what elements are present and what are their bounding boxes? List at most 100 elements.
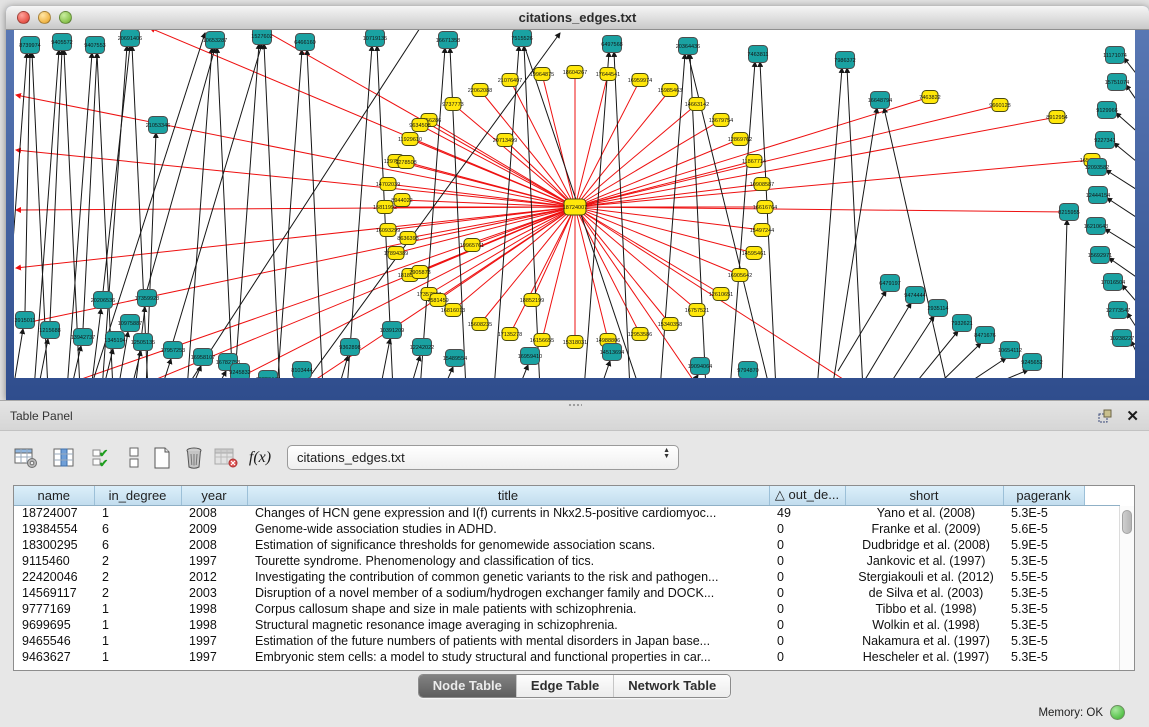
- delete-table-icon[interactable]: [180, 444, 208, 472]
- table-cell[interactable]: 18724007: [14, 505, 94, 521]
- table-cell[interactable]: 5.3E-5: [1003, 553, 1084, 569]
- table-cell[interactable]: Disruption of a novel member of a sodium…: [247, 585, 769, 601]
- table-cell[interactable]: Genome-wide association studies in ADHD.: [247, 521, 769, 537]
- table-cell[interactable]: 1: [94, 617, 181, 633]
- table-cell[interactable]: Tourette syndrome. Phenomenology and cla…: [247, 553, 769, 569]
- table-cell[interactable]: 1997: [181, 553, 247, 569]
- table-cell[interactable]: 19384554: [14, 521, 94, 537]
- table-row[interactable]: 1872400712008Changes of HCN gene express…: [14, 505, 1120, 521]
- float-panel-icon[interactable]: [1098, 409, 1114, 423]
- column-header-title[interactable]: title: [247, 486, 769, 505]
- table-cell[interactable]: 2009: [181, 521, 247, 537]
- table-cell[interactable]: Hescheler et al. (1997): [845, 649, 1003, 665]
- column-header-pagerank[interactable]: pagerank: [1003, 486, 1084, 505]
- table-cell[interactable]: 0: [769, 617, 845, 633]
- table-row[interactable]: 1938455462009Genome-wide association stu…: [14, 521, 1120, 537]
- table-cell[interactable]: 1: [94, 505, 181, 521]
- table-cell[interactable]: 0: [769, 569, 845, 585]
- close-panel-icon[interactable]: ✕: [1126, 409, 1139, 424]
- table-cell[interactable]: 5.3E-5: [1003, 633, 1084, 649]
- table-cell[interactable]: 2008: [181, 537, 247, 553]
- table-scrollbar-thumb[interactable]: [1122, 510, 1132, 534]
- table-cell[interactable]: Wolkin et al. (1998): [845, 617, 1003, 633]
- table-cell[interactable]: 0: [769, 649, 845, 665]
- column-header-in_degree[interactable]: in_degree: [94, 486, 181, 505]
- table-cell[interactable]: 2012: [181, 569, 247, 585]
- panel-drag-grip[interactable]: [568, 403, 582, 407]
- table-cell[interactable]: 0: [769, 633, 845, 649]
- table-cell[interactable]: 1: [94, 649, 181, 665]
- tab-network-table[interactable]: Network Table: [614, 675, 730, 697]
- table-cell[interactable]: 6: [94, 537, 181, 553]
- tab-node-table[interactable]: Node Table: [419, 675, 517, 697]
- table-cell[interactable]: Yano et al. (2008): [845, 505, 1003, 521]
- table-cell[interactable]: 5.5E-5: [1003, 569, 1084, 585]
- table-row[interactable]: 2242004622012Investigating the contribut…: [14, 569, 1120, 585]
- table-cell[interactable]: 0: [769, 537, 845, 553]
- table-cell[interactable]: 0: [769, 585, 845, 601]
- table-cell[interactable]: 5.3E-5: [1003, 617, 1084, 633]
- function-builder-icon[interactable]: f(x): [246, 444, 274, 472]
- table-row[interactable]: 1456911722003Disruption of a novel membe…: [14, 585, 1120, 601]
- table-cell[interactable]: 5.6E-5: [1003, 521, 1084, 537]
- table-cell[interactable]: 49: [769, 505, 845, 521]
- network-canvas[interactable]: 1661676415497244145954611690564212610651…: [14, 30, 1135, 378]
- table-scrollbar[interactable]: [1119, 506, 1134, 670]
- column-header-year[interactable]: year: [181, 486, 247, 505]
- select-column-icon[interactable]: [50, 444, 78, 472]
- narrow-column-icon[interactable]: [120, 444, 148, 472]
- table-settings-icon[interactable]: [12, 444, 40, 472]
- table-cell[interactable]: 9465546: [14, 633, 94, 649]
- network-window-titlebar[interactable]: citations_edges.txt: [6, 6, 1149, 30]
- table-cell[interactable]: Embryonic stem cells: a model to study s…: [247, 649, 769, 665]
- table-cell[interactable]: 5.3E-5: [1003, 505, 1084, 521]
- table-cell[interactable]: Jankovic et al. (1997): [845, 553, 1003, 569]
- table-cell[interactable]: Estimation of significance thresholds fo…: [247, 537, 769, 553]
- table-cell[interactable]: 9699695: [14, 617, 94, 633]
- table-cell[interactable]: 2: [94, 585, 181, 601]
- table-cell[interactable]: 1: [94, 601, 181, 617]
- table-cell[interactable]: 9115460: [14, 553, 94, 569]
- table-cell[interactable]: 2008: [181, 505, 247, 521]
- table-row[interactable]: 911546021997Tourette syndrome. Phenomeno…: [14, 553, 1120, 569]
- table-cell[interactable]: 22420046: [14, 569, 94, 585]
- table-cell[interactable]: 14569117: [14, 585, 94, 601]
- table-cell[interactable]: 1998: [181, 601, 247, 617]
- minimize-window-button[interactable]: [38, 11, 51, 24]
- table-cell[interactable]: 9463627: [14, 649, 94, 665]
- row-check-icon[interactable]: ✔ ✔: [88, 444, 116, 472]
- table-cell[interactable]: 6: [94, 521, 181, 537]
- table-cell[interactable]: 1998: [181, 617, 247, 633]
- tab-edge-table[interactable]: Edge Table: [517, 675, 614, 697]
- column-header-name[interactable]: name: [14, 486, 94, 505]
- table-cell[interactable]: Structural magnetic resonance image aver…: [247, 617, 769, 633]
- table-cell[interactable]: 1997: [181, 649, 247, 665]
- zoom-window-button[interactable]: [59, 11, 72, 24]
- table-cell[interactable]: 0: [769, 601, 845, 617]
- table-cell[interactable]: 18300295: [14, 537, 94, 553]
- table-cell[interactable]: 2: [94, 553, 181, 569]
- table-row[interactable]: 1830029562008Estimation of significance …: [14, 537, 1120, 553]
- table-cell[interactable]: Corpus callosum shape and size in male p…: [247, 601, 769, 617]
- network-table-select[interactable]: citations_edges.txt ▲▼: [287, 445, 679, 470]
- table-row[interactable]: 946362711997Embryonic stem cells: a mode…: [14, 649, 1120, 665]
- close-window-button[interactable]: [17, 11, 30, 24]
- table-cell[interactable]: 5.3E-5: [1003, 649, 1084, 665]
- table-cell[interactable]: 2003: [181, 585, 247, 601]
- table-cell[interactable]: Stergiakouli et al. (2012): [845, 569, 1003, 585]
- table-cell[interactable]: Franke et al. (2009): [845, 521, 1003, 537]
- table-panel-titlebar[interactable]: Table Panel ✕: [0, 401, 1149, 431]
- table-cell[interactable]: Nakamura et al. (1997): [845, 633, 1003, 649]
- table-cell[interactable]: 9777169: [14, 601, 94, 617]
- table-cell[interactable]: Dudbridge et al. (2008): [845, 537, 1003, 553]
- table-cell[interactable]: 1997: [181, 633, 247, 649]
- table-cell[interactable]: 5.3E-5: [1003, 585, 1084, 601]
- table-cell[interactable]: Estimation of the future numbers of pati…: [247, 633, 769, 649]
- table-cell[interactable]: 0: [769, 521, 845, 537]
- table-row[interactable]: 946554611997Estimation of the future num…: [14, 633, 1120, 649]
- table-cell[interactable]: Tibbo et al. (1998): [845, 601, 1003, 617]
- column-header-short[interactable]: short: [845, 486, 1003, 505]
- table-cell[interactable]: Investigating the contribution of common…: [247, 569, 769, 585]
- table-row[interactable]: 977716911998Corpus callosum shape and si…: [14, 601, 1120, 617]
- new-table-icon[interactable]: [148, 444, 176, 472]
